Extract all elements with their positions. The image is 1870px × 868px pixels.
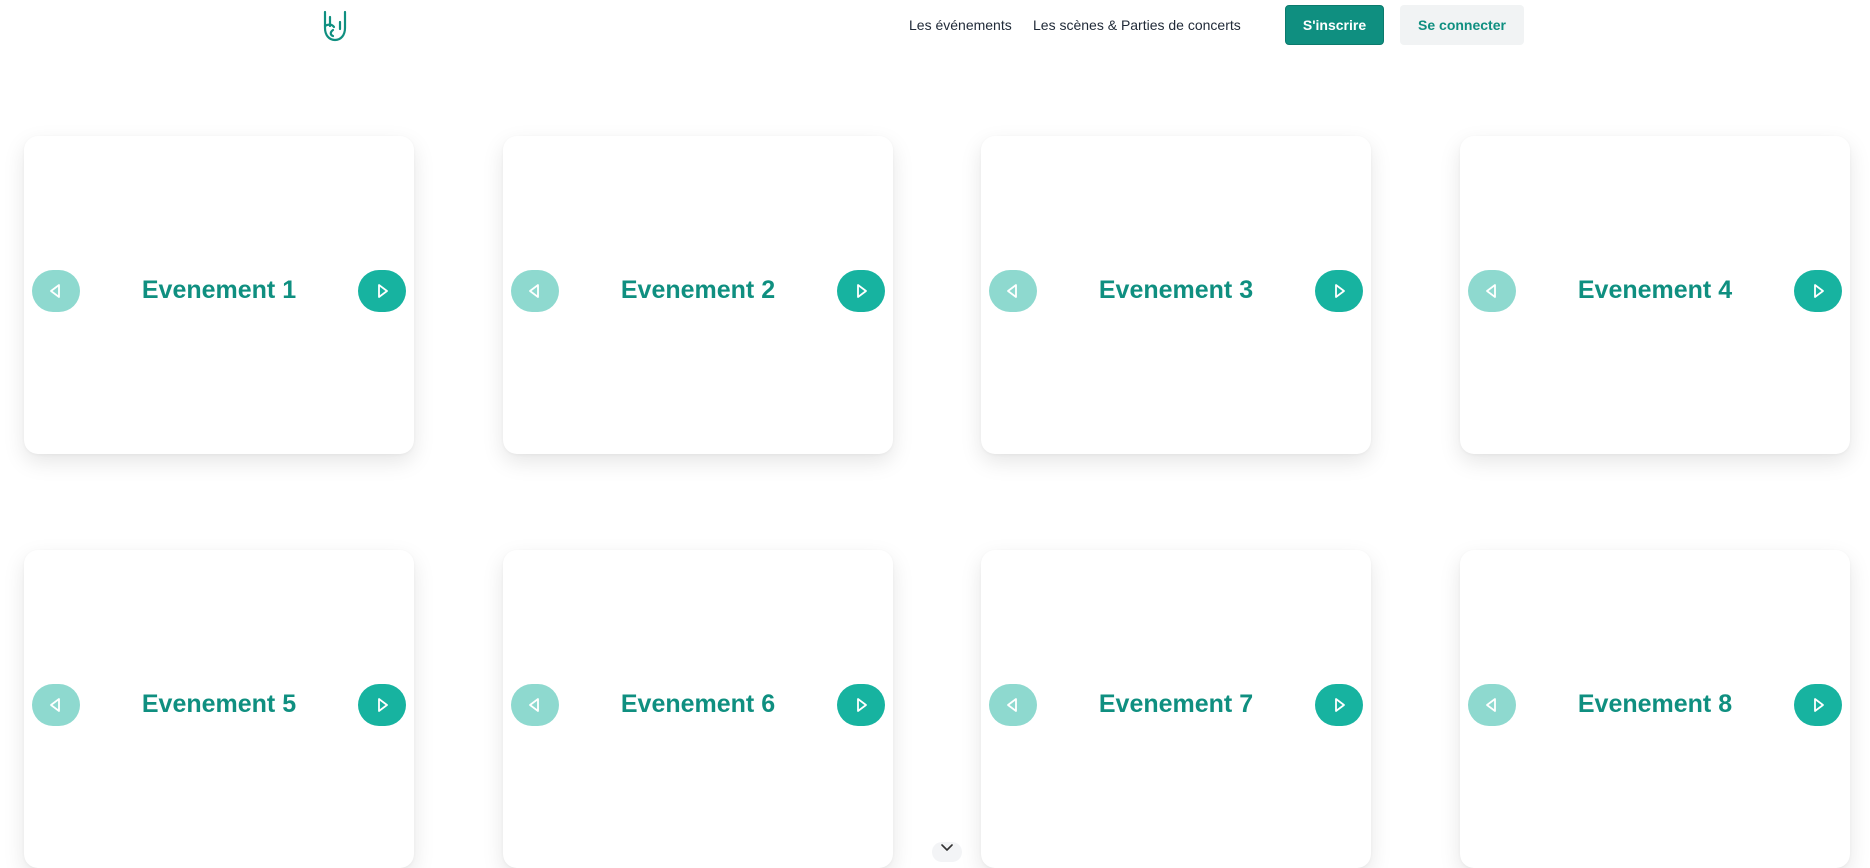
event-title: Evenement 4 xyxy=(1577,276,1733,304)
next-button[interactable] xyxy=(358,270,406,312)
event-title: Evenement 8 xyxy=(1577,690,1733,718)
next-button[interactable] xyxy=(358,684,406,726)
event-card[interactable]: Evenement 4 xyxy=(1460,136,1850,454)
event-title: Evenement 3 xyxy=(1098,276,1254,304)
triangle-right-icon xyxy=(378,284,388,298)
chevron-down-icon xyxy=(941,844,953,851)
events-grid: Evenement 1 Evenement 2 Evenement 3 Even… xyxy=(0,0,1870,868)
next-button[interactable] xyxy=(1794,270,1842,312)
triangle-right-icon xyxy=(378,698,388,712)
event-title: Evenement 7 xyxy=(1098,690,1254,718)
next-button[interactable] xyxy=(1315,684,1363,726)
triangle-right-icon xyxy=(1335,284,1345,298)
triangle-right-icon xyxy=(1814,284,1824,298)
event-card[interactable]: Evenement 8 xyxy=(1460,550,1850,868)
event-card[interactable]: Evenement 1 xyxy=(24,136,414,454)
event-card[interactable]: Evenement 2 xyxy=(503,136,893,454)
event-title: Evenement 2 xyxy=(620,276,776,304)
triangle-right-icon xyxy=(1814,698,1824,712)
triangle-right-icon xyxy=(857,698,867,712)
next-button[interactable] xyxy=(1315,270,1363,312)
next-button[interactable] xyxy=(837,270,885,312)
next-button[interactable] xyxy=(837,684,885,726)
event-card[interactable]: Evenement 3 xyxy=(981,136,1371,454)
event-title: Evenement 6 xyxy=(620,690,776,718)
scroll-down-button[interactable] xyxy=(932,842,962,862)
triangle-right-icon xyxy=(1335,698,1345,712)
event-title: Evenement 5 xyxy=(141,690,297,718)
event-title: Evenement 1 xyxy=(141,276,297,304)
event-card[interactable]: Evenement 5 xyxy=(24,550,414,868)
event-card[interactable]: Evenement 6 xyxy=(503,550,893,868)
event-card[interactable]: Evenement 7 xyxy=(981,550,1371,868)
next-button[interactable] xyxy=(1794,684,1842,726)
triangle-right-icon xyxy=(857,284,867,298)
